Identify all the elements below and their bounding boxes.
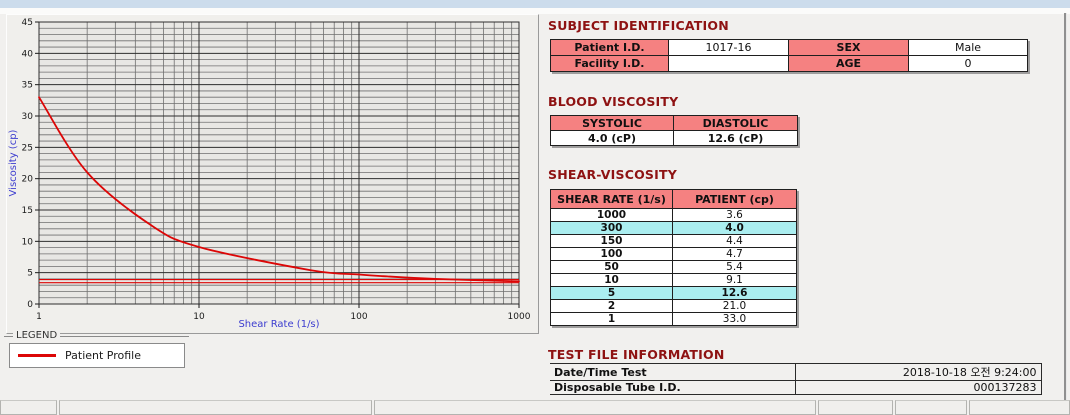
field-label: Facility I.D. bbox=[551, 56, 669, 72]
shear-row: 10 9.1 bbox=[551, 274, 797, 287]
shear-row: 100 4.7 bbox=[551, 248, 797, 261]
field-label: Disposable Tube I.D. bbox=[550, 381, 795, 395]
table-row: Date/Time Test 2018-10-18 오전 9:24:00 bbox=[550, 364, 1041, 381]
svg-text:25: 25 bbox=[22, 143, 33, 153]
column-header: DIASTOLIC bbox=[674, 116, 798, 131]
field-label: AGE bbox=[789, 56, 909, 72]
table-row: Disposable Tube I.D. 000137283 bbox=[550, 381, 1041, 395]
svg-text:15: 15 bbox=[22, 206, 33, 216]
x-axis-title: Shear Rate (1/s) bbox=[238, 319, 319, 330]
svg-text:10: 10 bbox=[193, 312, 205, 322]
status-panel bbox=[374, 400, 816, 415]
column-header: SHEAR RATE (1/s) bbox=[551, 190, 673, 209]
shear-viscosity-table: SHEAR RATE (1/s) PATIENT (cp) 1000 3.6 3… bbox=[550, 189, 797, 326]
field-value bbox=[669, 56, 789, 72]
svg-text:30: 30 bbox=[22, 112, 34, 122]
field-value: Male bbox=[909, 40, 1028, 56]
field-value: 1017-16 bbox=[669, 40, 789, 56]
svg-text:5: 5 bbox=[27, 269, 33, 279]
test-file-information-table: Date/Time Test 2018-10-18 오전 9:24:00 Dis… bbox=[550, 363, 1042, 395]
column-header: PATIENT (cp) bbox=[673, 190, 797, 209]
status-panel bbox=[818, 400, 893, 415]
svg-text:100: 100 bbox=[350, 312, 367, 322]
shear-row: 1000 3.6 bbox=[551, 209, 797, 222]
field-value: 000137283 bbox=[795, 381, 1041, 395]
legend-entry-label: Patient Profile bbox=[65, 349, 141, 362]
svg-text:45: 45 bbox=[22, 18, 33, 28]
svg-text:0: 0 bbox=[27, 300, 33, 310]
field-label: SEX bbox=[789, 40, 909, 56]
table-header-row: SHEAR RATE (1/s) PATIENT (cp) bbox=[551, 190, 797, 209]
field-label: Patient I.D. bbox=[551, 40, 669, 56]
table-row: Patient I.D. 1017-16 SEX Male bbox=[551, 40, 1028, 56]
svg-text:40: 40 bbox=[22, 49, 34, 59]
shear-row: 50 5.4 bbox=[551, 261, 797, 274]
test-file-information-title: TEST FILE INFORMATION bbox=[548, 347, 725, 362]
status-panel bbox=[59, 400, 372, 415]
svg-text:35: 35 bbox=[22, 81, 33, 91]
field-value: 2018-10-18 오전 9:24:00 bbox=[795, 364, 1041, 381]
systolic-value: 4.0 (cP) bbox=[551, 131, 674, 146]
window-right-border bbox=[1064, 13, 1067, 402]
table-row: SYSTOLIC DIASTOLIC bbox=[551, 116, 798, 131]
status-panel bbox=[969, 400, 1070, 415]
shear-row: 150 4.4 bbox=[551, 235, 797, 248]
blood-viscosity-table: SYSTOLIC DIASTOLIC 4.0 (cP) 12.6 (cP) bbox=[550, 115, 798, 146]
blood-viscosity-title: BLOOD VISCOSITY bbox=[548, 94, 678, 109]
field-label: Date/Time Test bbox=[550, 364, 795, 381]
table-row: Facility I.D. AGE 0 bbox=[551, 56, 1028, 72]
viscosity-chart: 0 5 10 15 20 25 30 35 40 45 1 10 100 1000 Viscosity (… bbox=[7, 15, 536, 331]
status-panel bbox=[895, 400, 967, 415]
subject-identification-title: SUBJECT IDENTIFICATION bbox=[548, 18, 729, 33]
table-row: 4.0 (cP) 12.6 (cP) bbox=[551, 131, 798, 146]
status-bar bbox=[0, 400, 1070, 415]
shear-viscosity-title: SHEAR-VISCOSITY bbox=[548, 167, 677, 182]
svg-text:20: 20 bbox=[22, 175, 34, 185]
shear-row: 300 4.0 bbox=[551, 222, 797, 235]
patient-profile-line-swatch bbox=[18, 354, 56, 357]
shear-row: 2 21.0 bbox=[551, 300, 797, 313]
subject-identification-table: Patient I.D. 1017-16 SEX Male Facility I… bbox=[550, 39, 1028, 72]
legend-entry: Patient Profile bbox=[9, 343, 185, 368]
viscosity-chart-panel: 0 5 10 15 20 25 30 35 40 45 1 10 100 1000 Viscosity (… bbox=[6, 14, 539, 334]
shear-row: 5 12.6 bbox=[551, 287, 797, 300]
y-axis-title: Viscosity (cp) bbox=[8, 129, 19, 196]
diastolic-value: 12.6 (cP) bbox=[674, 131, 798, 146]
svg-text:1: 1 bbox=[36, 312, 42, 322]
status-panel bbox=[0, 400, 57, 415]
svg-text:10: 10 bbox=[22, 237, 34, 247]
column-header: SYSTOLIC bbox=[551, 116, 674, 131]
legend-caption: LEGEND bbox=[13, 330, 60, 341]
shear-row: 1 33.0 bbox=[551, 313, 797, 326]
legend-group-box: LEGEND Patient Profile bbox=[4, 336, 189, 368]
svg-text:1000: 1000 bbox=[508, 312, 531, 322]
field-value: 0 bbox=[909, 56, 1028, 72]
